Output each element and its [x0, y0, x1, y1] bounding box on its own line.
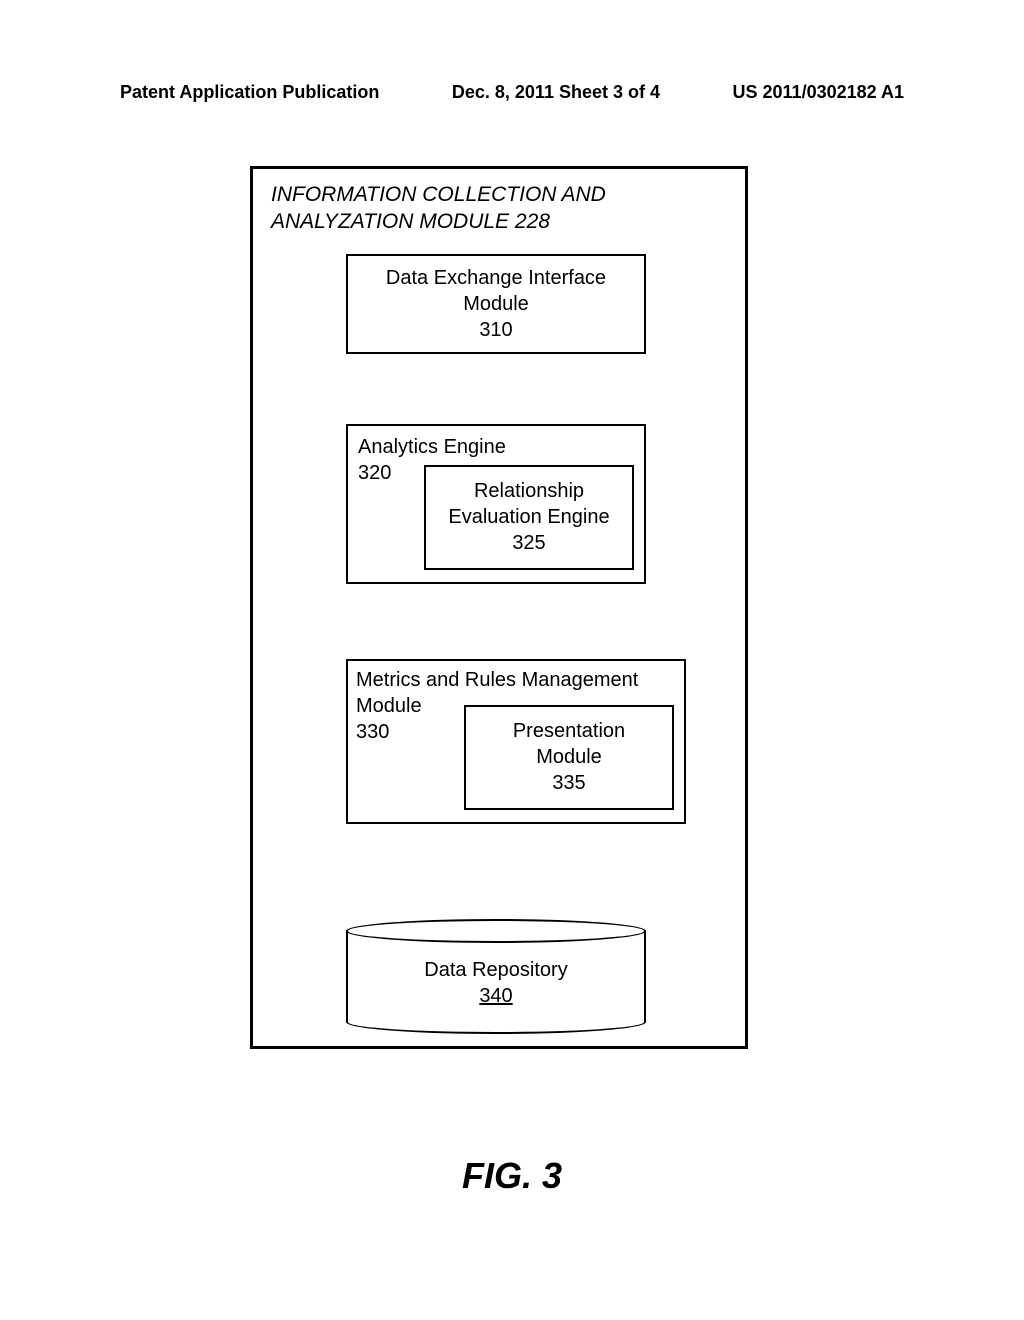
relationship-evaluation-box: Relationship Evaluation Engine 325 — [424, 465, 634, 570]
data-repository-cylinder: Data Repository 340 — [346, 919, 646, 1034]
data-exchange-line1: Data Exchange Interface — [386, 265, 606, 291]
analytics-engine-box: Analytics Engine 320 Relationship Evalua… — [346, 424, 646, 584]
repository-number: 340 — [346, 983, 646, 1009]
header-date-sheet: Dec. 8, 2011 Sheet 3 of 4 — [452, 82, 660, 103]
figure-label: FIG. 3 — [0, 1155, 1024, 1197]
cylinder-bottom — [346, 1010, 646, 1034]
presentation-number: 335 — [552, 770, 585, 796]
data-exchange-line2: Module — [463, 291, 529, 317]
presentation-module-box: Presentation Module 335 — [464, 705, 674, 810]
data-exchange-box: Data Exchange Interface Module 310 — [346, 254, 646, 354]
module-title: INFORMATION COLLECTION AND ANALYZATION M… — [271, 181, 727, 236]
relationship-number: 325 — [512, 530, 545, 556]
repository-label: Data Repository — [346, 957, 646, 983]
cylinder-text: Data Repository 340 — [346, 957, 646, 1009]
page-header: Patent Application Publication Dec. 8, 2… — [0, 82, 1024, 103]
relationship-line2: Evaluation Engine — [448, 504, 609, 530]
data-exchange-number: 310 — [479, 317, 512, 343]
header-patent-number: US 2011/0302182 A1 — [733, 82, 904, 103]
header-publication: Patent Application Publication — [120, 82, 379, 103]
relationship-line1: Relationship — [474, 478, 584, 504]
presentation-line1: Presentation — [513, 718, 625, 744]
presentation-line2: Module — [536, 744, 602, 770]
main-module-box: INFORMATION COLLECTION AND ANALYZATION M… — [250, 166, 748, 1049]
metrics-rules-box: Metrics and Rules Management Module 330 … — [346, 659, 686, 824]
cylinder-top — [346, 919, 646, 943]
